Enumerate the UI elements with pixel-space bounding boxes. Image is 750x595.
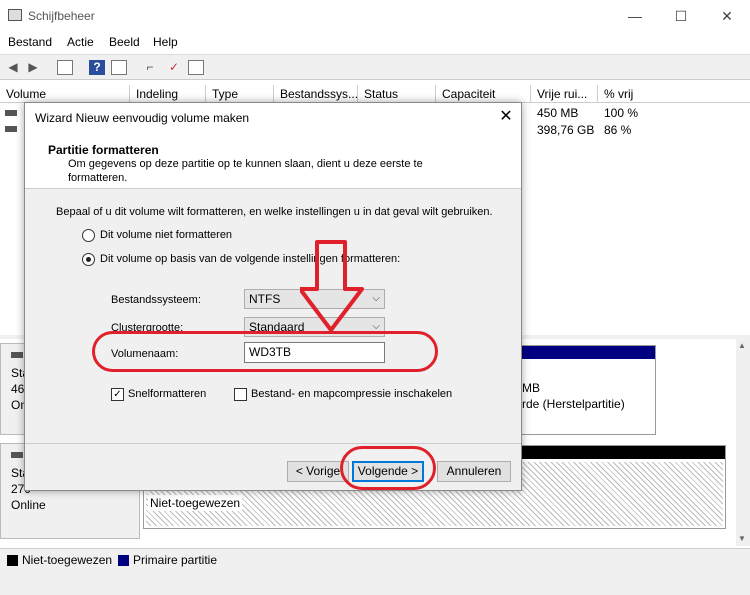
disk-management-icon: [8, 9, 22, 21]
annotation-ring-next-button: [340, 446, 436, 490]
list-icon[interactable]: [188, 60, 204, 75]
volume-list-header: Volume Indeling Type Bestandssys... Stat…: [0, 85, 750, 103]
partition-size: MB: [522, 381, 540, 395]
close-button[interactable]: ✕: [704, 4, 750, 28]
dialog-close-button[interactable]: ✕: [495, 106, 517, 128]
legend: Niet-toegewezen Primaire partitie: [0, 548, 750, 570]
check-icon[interactable]: ✓: [166, 60, 182, 75]
annotation-arrow-icon: [300, 240, 364, 332]
wizard-footer: < Vorige Volgende > Annuleren: [25, 443, 521, 490]
drive-icon: [5, 126, 17, 132]
column-indeling[interactable]: Indeling: [130, 85, 206, 103]
column-capaciteit[interactable]: Capaciteit: [436, 85, 531, 103]
filesystem-label: Bestandssysteem:: [111, 294, 201, 306]
forward-icon[interactable]: ▶: [25, 60, 41, 75]
partition-bar: [518, 346, 655, 359]
format-radio[interactable]: [82, 253, 95, 266]
wizard-header: Partitie formatteren Om gegevens op deze…: [25, 134, 521, 189]
disk-1-status: Online: [11, 498, 46, 512]
header-subtitle: Om gegevens op deze partitie op te kunne…: [68, 158, 423, 170]
annotation-ring-volume-name: [92, 331, 438, 372]
disk-icon: [11, 452, 23, 458]
title-bar: Schijfbeheer — ☐ ✕: [0, 0, 750, 31]
no-format-label[interactable]: Dit volume niet formatteren: [100, 229, 232, 241]
instruction-text: Bepaal of u dit volume wilt formatteren,…: [56, 206, 493, 218]
row-pct: 100 %: [604, 106, 639, 120]
disk-icon: [11, 352, 23, 358]
new-volume-wizard: Wizard Nieuw eenvoudig volume maken ✕ Pa…: [24, 102, 522, 491]
status-bar: [0, 570, 750, 595]
menu-beeld[interactable]: Beeld: [109, 35, 140, 49]
compression-checkbox[interactable]: [234, 388, 247, 401]
menu-bar: Bestand Actie Beeld Help: [0, 31, 750, 53]
maximize-button[interactable]: ☐: [658, 4, 704, 28]
header-subtitle: formatteren.: [68, 172, 128, 184]
column-type[interactable]: Type: [206, 85, 274, 103]
menu-help[interactable]: Help: [153, 35, 178, 49]
menu-bestand[interactable]: Bestand: [8, 35, 52, 49]
column-status[interactable]: Status: [358, 85, 436, 103]
legend-primary: Primaire partitie: [133, 553, 218, 567]
recovery-partition[interactable]: MB rde (Herstelpartitie): [517, 345, 656, 435]
panel-icon[interactable]: [111, 60, 127, 75]
quick-format-label[interactable]: Snelformatteren: [128, 388, 206, 400]
dialog-title: Wizard Nieuw eenvoudig volume maken: [35, 111, 250, 125]
properties-icon[interactable]: [57, 60, 73, 75]
header-title: Partitie formatteren: [48, 143, 159, 157]
compression-label[interactable]: Bestand- en mapcompressie inschakelen: [251, 388, 452, 400]
no-format-radio[interactable]: [82, 229, 95, 242]
cancel-button[interactable]: Annuleren: [437, 461, 511, 482]
row-pct: 86 %: [604, 123, 632, 137]
drive-icon: [5, 110, 17, 116]
toolbar: ◀ ▶ ? ⌐ ✓: [0, 54, 750, 80]
quick-format-checkbox[interactable]: ✓: [111, 388, 124, 401]
column-vrije-ruimte[interactable]: Vrije rui...: [531, 85, 598, 103]
vertical-scrollbar[interactable]: ▲ ▼: [736, 339, 750, 546]
filesystem-value: NTFS: [249, 292, 281, 306]
legend-unallocated: Niet-toegewezen: [22, 553, 113, 567]
connect-icon[interactable]: ⌐: [142, 60, 158, 75]
unallocated-label: Niet-toegewezen: [148, 495, 243, 511]
column-pct-vrij[interactable]: % vrij: [598, 85, 750, 103]
column-bestandssysteem[interactable]: Bestandssys...: [274, 85, 358, 103]
help-icon[interactable]: ?: [89, 60, 105, 75]
window-title: Schijfbeheer: [28, 9, 95, 23]
back-icon[interactable]: ◀: [5, 60, 21, 75]
minimize-button[interactable]: —: [612, 4, 658, 28]
primary-swatch: [118, 555, 129, 566]
unallocated-swatch: [7, 555, 18, 566]
wizard-body: Bepaal of u dit volume wilt formatteren,…: [25, 189, 521, 443]
menu-actie[interactable]: Actie: [67, 35, 94, 49]
partition-description: rde (Herstelpartitie): [522, 397, 625, 411]
row-free: 398,76 GB: [537, 123, 595, 137]
row-free: 450 MB: [537, 106, 579, 120]
column-volume[interactable]: Volume: [0, 85, 130, 103]
